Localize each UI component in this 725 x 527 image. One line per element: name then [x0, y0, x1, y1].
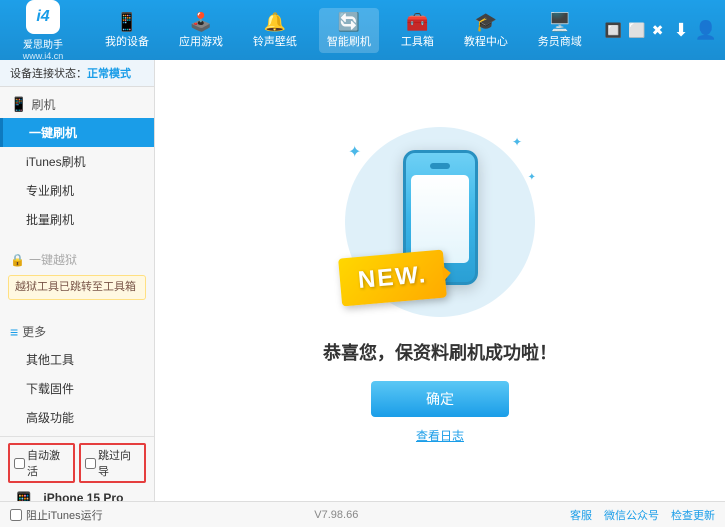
nav-icon-service: 🖥️: [549, 12, 571, 33]
header-actions: 🔲 ⬜ ✖ ⬇ 👤: [605, 20, 717, 41]
more-category-label: 更多: [22, 323, 46, 340]
nav-label-tutorial: 教程中心: [464, 33, 508, 49]
device-name: iPhone 15 Pro Max: [43, 491, 144, 501]
download-icon[interactable]: ⬇: [673, 20, 688, 41]
header: i4 爱思助手 www.i4.cn 📱 我的设备 🕹️ 应用游戏 🔔 铃声壁纸 …: [0, 0, 725, 60]
device-info: 📱 iPhone 15 Pro Max 512GB iPhone: [8, 489, 146, 501]
sparkle-icon-1: ✦: [348, 142, 361, 162]
nav-icon-tutorial: 🎓: [475, 12, 497, 33]
sidebar-item-one-key-flash[interactable]: 一键刷机: [0, 118, 154, 147]
sparkle-icon-2: ✦: [512, 135, 522, 149]
status-value: 正常模式: [87, 68, 131, 80]
nav-bar: 📱 我的设备 🕹️ 应用游戏 🔔 铃声壁纸 🔄 智能刷机 🧰 工具箱 🎓 教程中…: [90, 8, 597, 53]
content-area: NEW. ✦ ✦ ✦ 恭喜您，保资料刷机成功啦！ 确定 查看日志: [155, 60, 725, 501]
nav-icon-my-device: 📱: [116, 12, 138, 33]
footer-version: V7.98.66: [314, 509, 358, 521]
logo-url: www.i4.cn: [23, 51, 64, 61]
new-badge: NEW.: [338, 250, 447, 307]
flash-category-label: 刷机: [31, 96, 55, 113]
sidebar-item-advanced[interactable]: 高级功能: [0, 403, 154, 432]
nav-item-tutorial[interactable]: 🎓 教程中心: [456, 8, 516, 53]
main-area: 设备连接状态：正常模式 📱 刷机 一键刷机 iTunes刷机 专业刷机 批量刷机: [0, 60, 725, 501]
nav-label-apps: 应用游戏: [179, 33, 223, 49]
footer-link-customer[interactable]: 客服: [570, 507, 592, 523]
window-min-icon[interactable]: 🔲: [605, 22, 622, 39]
log-link[interactable]: 查看日志: [416, 427, 464, 444]
lock-icon: 🔒: [10, 253, 25, 267]
nav-item-toolbox[interactable]: 🧰 工具箱: [393, 8, 442, 53]
skip-guide-label: 跳过向导: [98, 447, 140, 479]
skip-guide-checkbox-wrapper[interactable]: 跳过向导: [79, 443, 146, 483]
nav-item-my-device[interactable]: 📱 我的设备: [97, 8, 157, 53]
sidebar-item-batch-flash[interactable]: 批量刷机: [0, 205, 154, 234]
nav-icon-apps: 🕹️: [190, 12, 212, 33]
sidebar-item-pro-flash[interactable]: 专业刷机: [0, 176, 154, 205]
confirm-button[interactable]: 确定: [371, 381, 509, 417]
nav-icon-smart-flash: 🔄: [338, 12, 360, 33]
sidebar-item-download-firmware[interactable]: 下载固件: [0, 374, 154, 403]
sidebar-section-jailbreak: 🔒 一键越狱 越狱工具已跳转至工具箱: [0, 242, 154, 310]
sidebar-category-jailbreak: 🔒 一键越狱: [0, 246, 154, 273]
sidebar-notice: 越狱工具已跳转至工具箱: [8, 275, 146, 300]
itunes-checkbox[interactable]: [10, 509, 22, 521]
sparkle-icon-3: ✦: [528, 172, 536, 183]
auto-activate-checkbox-wrapper[interactable]: 自动激活: [8, 443, 75, 483]
nav-label-ringtone: 铃声壁纸: [253, 33, 297, 49]
success-text: 恭喜您，保资料刷机成功啦！: [323, 339, 557, 365]
footer-link-wechat[interactable]: 微信公众号: [604, 507, 659, 523]
footer-bar: 阻止iTunes运行 V7.98.66 客服 微信公众号 检查更新: [0, 501, 725, 527]
logo: i4 爱思助手 www.i4.cn: [8, 0, 78, 61]
auto-activate-checkbox[interactable]: [14, 458, 25, 469]
footer-links: 客服 微信公众号 检查更新: [570, 507, 715, 523]
device-checkbox-area: 自动激活 跳过向导 📱 iPhone 15 Pro Max 512GB iPho…: [0, 436, 154, 501]
logo-text: 爱思助手: [23, 36, 63, 51]
sidebar-category-flash: 📱 刷机: [0, 91, 154, 118]
window-close-icon[interactable]: ✖: [652, 22, 664, 39]
device-phone-icon: 📱: [10, 491, 37, 501]
nav-label-toolbox: 工具箱: [401, 33, 434, 49]
logo-icon: i4: [26, 0, 60, 34]
sidebar-section-flash: 📱 刷机 一键刷机 iTunes刷机 专业刷机 批量刷机: [0, 87, 154, 238]
sidebar-category-more: ≡ 更多: [0, 318, 154, 345]
user-icon[interactable]: 👤: [695, 20, 717, 41]
skip-guide-checkbox[interactable]: [85, 458, 96, 469]
nav-label-service: 务员商域: [538, 33, 582, 49]
auto-activate-label: 自动激活: [27, 447, 69, 479]
jailbreak-label: 一键越狱: [29, 251, 77, 268]
sidebar-item-other-tools[interactable]: 其他工具: [0, 345, 154, 374]
nav-icon-toolbox: 🧰: [406, 12, 428, 33]
nav-item-service[interactable]: 🖥️ 务员商域: [530, 8, 590, 53]
footer-link-update[interactable]: 检查更新: [671, 507, 715, 523]
sidebar-item-itunes-flash[interactable]: iTunes刷机: [0, 147, 154, 176]
nav-label-smart-flash: 智能刷机: [327, 33, 371, 49]
nav-label-my-device: 我的设备: [105, 33, 149, 49]
more-category-icon: ≡: [10, 324, 18, 340]
device-details: iPhone 15 Pro Max 512GB iPhone: [43, 491, 144, 501]
nav-item-ringtone[interactable]: 🔔 铃声壁纸: [245, 8, 305, 53]
nav-icon-ringtone: 🔔: [264, 12, 286, 33]
flash-category-icon: 📱: [10, 96, 27, 113]
checkbox-row: 自动激活 跳过向导: [8, 443, 146, 483]
footer-left: 阻止iTunes运行: [10, 507, 103, 523]
status-label: 设备连接状态：: [10, 68, 87, 80]
nav-item-apps[interactable]: 🕹️ 应用游戏: [171, 8, 231, 53]
window-max-icon[interactable]: ⬜: [628, 22, 645, 39]
sidebar-section-more: ≡ 更多 其他工具 下载固件 高级功能: [0, 314, 154, 436]
phone-camera: [430, 163, 450, 169]
nav-item-smart-flash[interactable]: 🔄 智能刷机: [319, 8, 379, 53]
itunes-label: 阻止iTunes运行: [26, 507, 103, 523]
sidebar: 设备连接状态：正常模式 📱 刷机 一键刷机 iTunes刷机 专业刷机 批量刷机: [0, 60, 155, 501]
sidebar-status-bar: 设备连接状态：正常模式: [0, 60, 154, 87]
new-badge-text: NEW.: [357, 261, 428, 294]
phone-illustration: NEW. ✦ ✦ ✦: [330, 117, 550, 327]
